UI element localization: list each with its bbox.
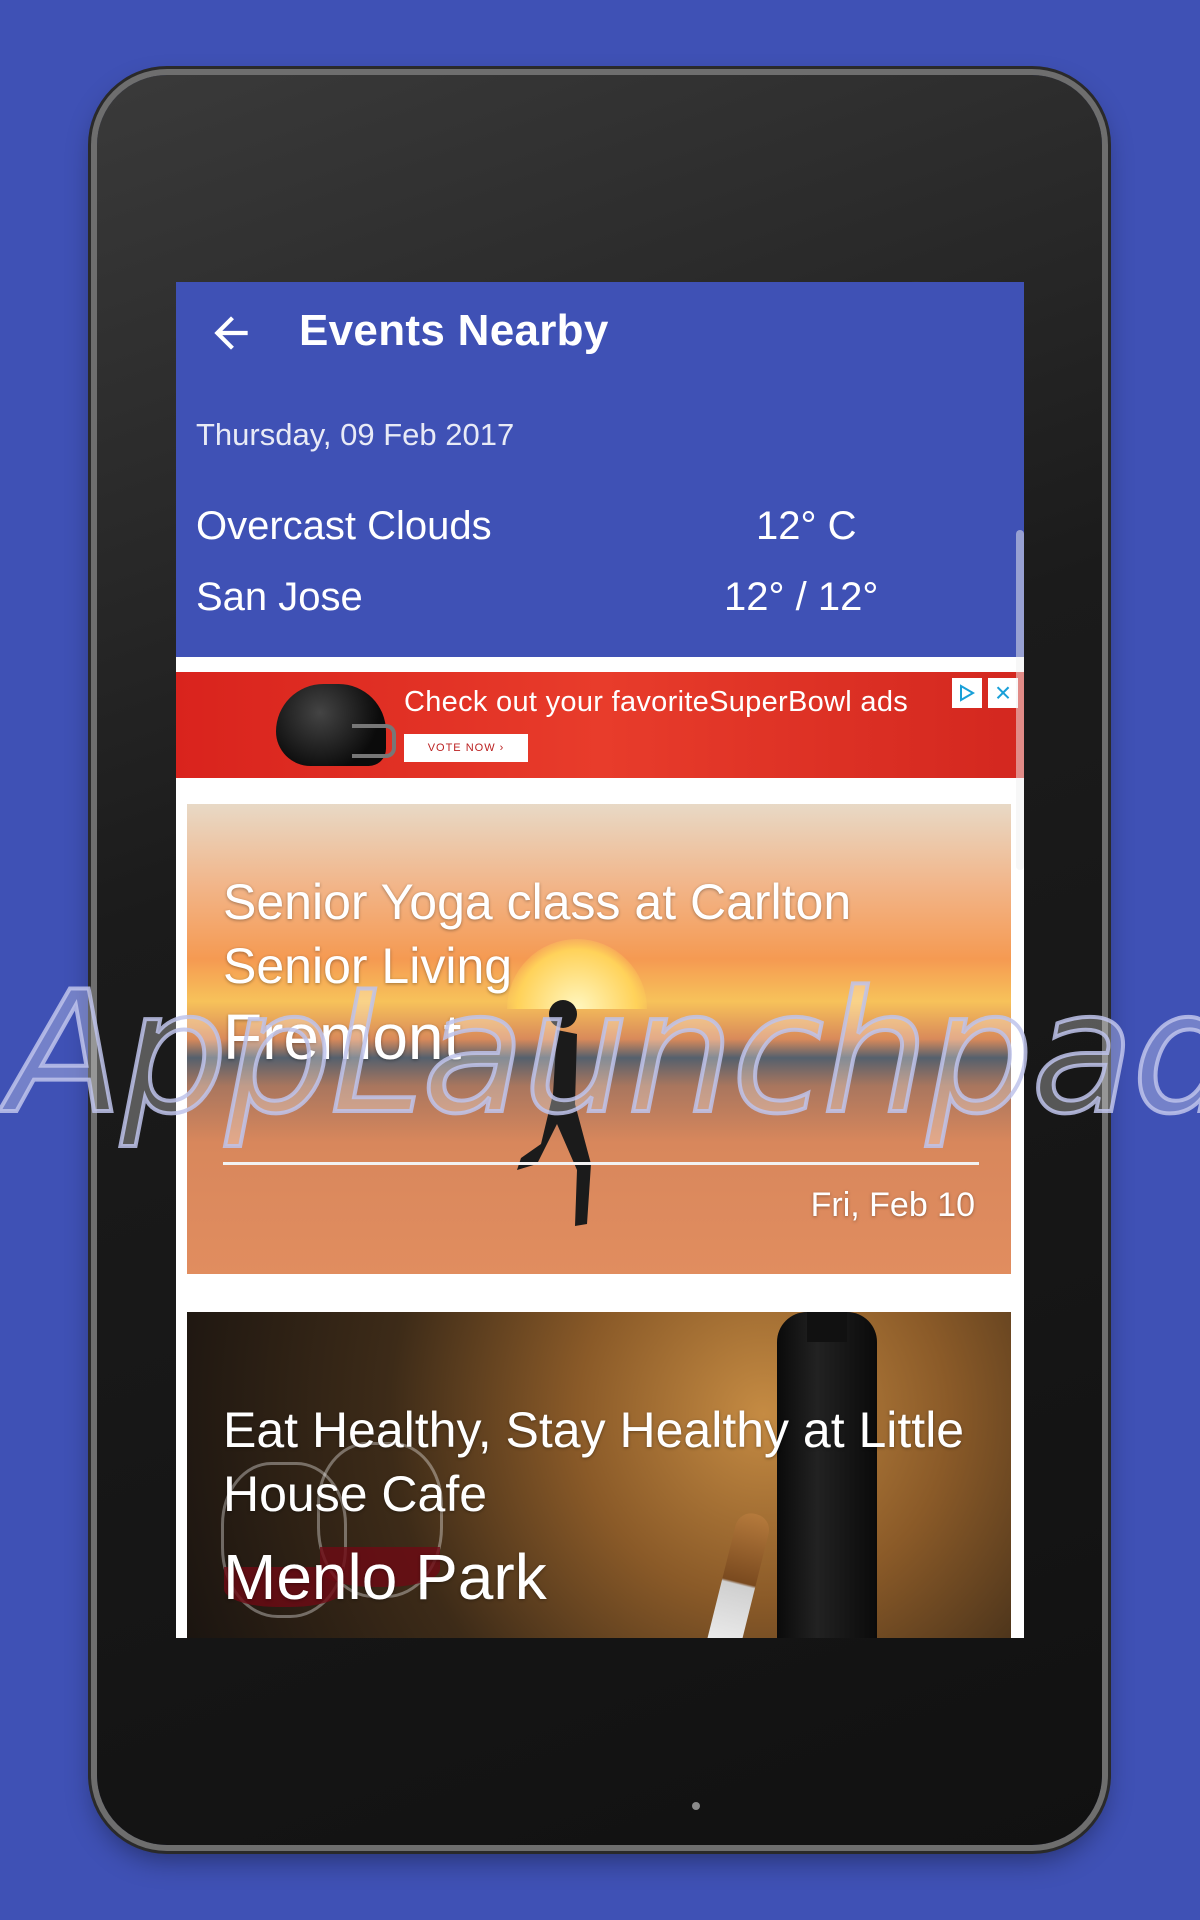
app-bar: Events Nearby Thursday, 09 Feb 2017 Over… <box>176 282 1024 657</box>
knife-image <box>705 1509 773 1638</box>
weather-range: 12° / 12° <box>724 575 879 619</box>
watermark: AppLaunchpad <box>6 953 1200 1153</box>
event-date: Fri, Feb 10 <box>810 1186 975 1224</box>
weather-temperature: 12° C <box>756 504 857 548</box>
event-city: Menlo Park <box>223 1541 547 1613</box>
ad-vote-button[interactable]: VOTE NOW › <box>404 734 528 762</box>
card-divider <box>223 1162 979 1165</box>
helmet-image <box>276 684 396 766</box>
event-title: Eat Healthy, Stay Healthy at Little Hous… <box>223 1402 965 1522</box>
ad-text: Check out your favoriteSuperBowl ads <box>404 686 909 718</box>
adchoices-icon[interactable] <box>952 678 982 708</box>
scrollbar[interactable] <box>1016 530 1024 870</box>
ad-banner[interactable]: Check out your favoriteSuperBowl ads VOT… <box>176 672 1024 778</box>
close-icon[interactable]: × <box>988 678 1018 708</box>
page-title: Events Nearby <box>299 306 609 355</box>
weather-city: San Jose <box>196 575 363 619</box>
weather-date: Thursday, 09 Feb 2017 <box>196 417 515 452</box>
weather-condition: Overcast Clouds <box>196 504 492 548</box>
event-card[interactable]: Eat Healthy, Stay Healthy at Little Hous… <box>187 1312 1011 1638</box>
arrow-left-icon[interactable] <box>206 308 256 358</box>
microphone-dot <box>692 1802 700 1810</box>
